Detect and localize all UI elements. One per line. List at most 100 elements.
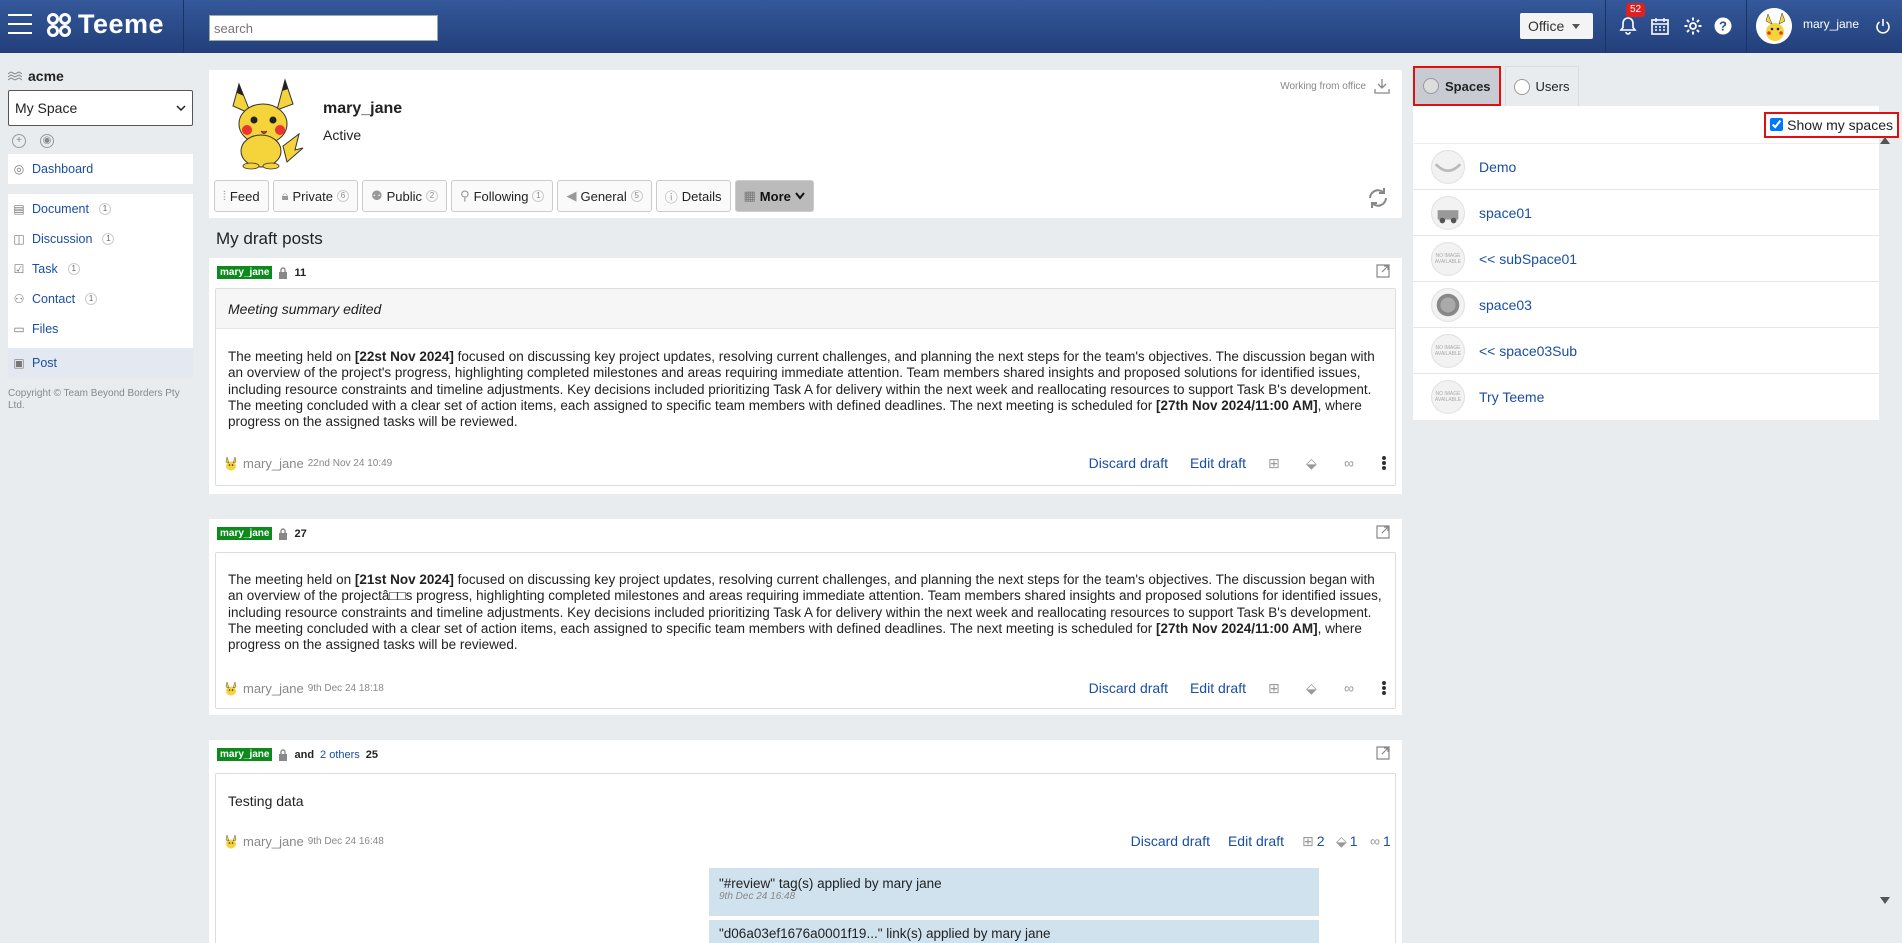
user-name[interactable]: mary_jane: [1803, 17, 1859, 31]
space-name[interactable]: space03: [1479, 297, 1532, 313]
tab-feed[interactable]: ⦙ Feed: [214, 180, 269, 212]
filter-row: Show my spaces: [1413, 106, 1899, 144]
tab-details[interactable]: ⓘ Details: [655, 180, 731, 212]
post-count: 25: [365, 748, 379, 761]
more-options-icon[interactable]: [1382, 681, 1386, 695]
tag-icon[interactable]: ⬙: [1306, 455, 1322, 471]
post-body: Testing data: [228, 793, 304, 809]
bell-icon[interactable]: [1618, 16, 1638, 36]
scroll-down-arrow[interactable]: [1880, 897, 1890, 904]
help-icon[interactable]: ?: [1713, 16, 1733, 36]
sidebar-item-document[interactable]: ▤ Document 1: [8, 194, 193, 224]
tab-spaces[interactable]: Spaces: [1413, 66, 1501, 106]
gear-icon[interactable]: [1683, 16, 1703, 36]
brand-logo[interactable]: Teeme: [46, 9, 164, 40]
external-link-icon[interactable]: [1376, 746, 1390, 760]
post-author: mary_jane 9th Dec 24 18:18: [223, 680, 384, 696]
tab-label: Following: [473, 188, 529, 204]
space-dropdown[interactable]: My Space: [8, 90, 193, 126]
link-icon: ∞: [1370, 833, 1380, 849]
office-label: Office: [1528, 18, 1565, 34]
post-actions: Discard draft Edit draft ⊞ 2 ⬙ 1 ∞ 1: [1131, 833, 1391, 850]
comment-count[interactable]: ⊞ 2: [1302, 833, 1325, 850]
scroll-up-arrow[interactable]: [1880, 137, 1890, 144]
sidebar-item-discussion[interactable]: ◫ Discussion 1: [8, 224, 193, 254]
show-my-spaces-checkbox[interactable]: [1770, 118, 1784, 131]
post-content: Testing data: [215, 773, 1396, 943]
post-count: 11: [294, 266, 307, 279]
refresh-icon[interactable]: [1366, 186, 1390, 210]
power-icon[interactable]: [1875, 18, 1891, 34]
tag-icon[interactable]: ⬙: [1306, 680, 1322, 696]
author-name[interactable]: mary_jane: [243, 456, 304, 471]
panel-tabs: Spaces Users: [1413, 66, 1897, 106]
user-badge[interactable]: mary_jane: [217, 527, 273, 540]
sidebar-item-contact[interactable]: ⚇ Contact 1: [8, 284, 193, 314]
pikachu-avatar-icon: [225, 681, 237, 696]
author-name[interactable]: mary_jane: [243, 834, 304, 849]
download-icon[interactable]: [1374, 78, 1390, 94]
tab-public[interactable]: ⚉ Public 2: [361, 180, 448, 212]
space-name[interactable]: << space03Sub: [1479, 343, 1577, 359]
space-name[interactable]: Try Teeme: [1479, 389, 1544, 405]
list-item[interactable]: Demo: [1413, 144, 1879, 190]
post-header: mary_jane 11: [217, 266, 306, 279]
discard-draft-button[interactable]: Discard draft: [1089, 680, 1168, 696]
link-icon[interactable]: ∞: [1344, 680, 1360, 696]
discard-draft-button[interactable]: Discard draft: [1131, 833, 1210, 849]
space-name[interactable]: Demo: [1479, 159, 1516, 175]
sidebar-item-dashboard[interactable]: ◎ Dashboard: [8, 154, 193, 184]
discussion-icon: ◫: [13, 232, 25, 246]
calendar-icon[interactable]: [1650, 16, 1670, 36]
link-icon[interactable]: ∞: [1344, 455, 1360, 471]
list-item[interactable]: space03: [1413, 282, 1879, 328]
spaces-icon: [1423, 78, 1439, 94]
others-link[interactable]: 2 others: [320, 749, 360, 761]
menu-icon[interactable]: [8, 14, 32, 36]
tab-more[interactable]: ▦ More: [734, 180, 814, 212]
space-thumbnail: [1431, 149, 1465, 184]
tab-general[interactable]: ◀ General 5: [557, 180, 652, 212]
comment-icon[interactable]: ⊞: [1268, 680, 1284, 696]
tab-users[interactable]: Users: [1504, 66, 1579, 106]
space-selected: My Space: [15, 100, 78, 116]
list-item[interactable]: NO IMAGE AVAILABLE << subSpace01: [1413, 236, 1879, 282]
external-link-icon[interactable]: [1376, 525, 1390, 539]
item-count: 1: [98, 203, 111, 215]
eye-icon[interactable]: ◉: [40, 134, 54, 148]
space-name[interactable]: space01: [1479, 205, 1532, 221]
show-my-spaces-toggle[interactable]: Show my spaces: [1764, 111, 1899, 138]
tag-count[interactable]: ⬙ 1: [1336, 833, 1358, 850]
avatar[interactable]: [1756, 8, 1792, 44]
list-item[interactable]: space01: [1413, 190, 1879, 236]
space-name[interactable]: << subSpace01: [1479, 251, 1577, 267]
discard-draft-button[interactable]: Discard draft: [1089, 455, 1168, 471]
tab-following[interactable]: ⚲ Following 1: [451, 180, 554, 212]
user-badge[interactable]: mary_jane: [217, 266, 273, 279]
profile-status: Active: [323, 127, 362, 143]
comment-icon[interactable]: ⊞: [1268, 455, 1284, 471]
space-image-icon: [1434, 162, 1462, 172]
edit-draft-button[interactable]: Edit draft: [1190, 680, 1246, 696]
edit-draft-button[interactable]: Edit draft: [1190, 455, 1246, 471]
link-count[interactable]: ∞ 1: [1370, 833, 1391, 849]
external-link-icon[interactable]: [1376, 264, 1390, 278]
search-input[interactable]: [209, 15, 438, 41]
author-name[interactable]: mary_jane: [243, 681, 304, 696]
org-icon: [8, 71, 22, 81]
handshake-icon: ⚇: [13, 292, 25, 306]
org-header: acme: [8, 66, 193, 86]
add-icon[interactable]: +: [12, 134, 26, 148]
user-badge[interactable]: mary_jane: [217, 748, 273, 761]
activity-item: "#review" tag(s) applied by mary jane 9t…: [709, 868, 1319, 916]
more-options-icon[interactable]: [1382, 456, 1386, 470]
tab-private[interactable]: 🔒︎ Private 6: [272, 180, 358, 212]
edit-draft-button[interactable]: Edit draft: [1228, 833, 1284, 849]
list-item[interactable]: NO IMAGE AVAILABLE Try Teeme: [1413, 374, 1879, 420]
sidebar-item-task[interactable]: ☑ Task 1: [8, 254, 193, 284]
post-date-highlight: [22st Nov 2024]: [354, 349, 454, 364]
sidebar-item-post[interactable]: ▣ Post: [8, 348, 193, 378]
list-item[interactable]: NO IMAGE AVAILABLE << space03Sub: [1413, 328, 1879, 374]
sidebar-item-files[interactable]: ▭ Files: [8, 314, 193, 344]
office-dropdown[interactable]: Office: [1520, 13, 1593, 39]
